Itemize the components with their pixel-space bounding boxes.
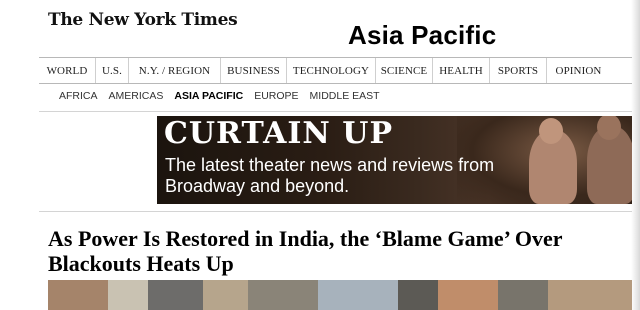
photo-building bbox=[548, 280, 632, 310]
tab-business[interactable]: BUSINESS bbox=[221, 58, 287, 83]
photo-building bbox=[438, 280, 498, 310]
photo-building bbox=[48, 280, 108, 310]
photo-building bbox=[498, 280, 548, 310]
divider bbox=[39, 111, 632, 112]
page-edge-shadow bbox=[631, 0, 640, 310]
tab-ny-region[interactable]: N.Y. / REGION bbox=[129, 58, 221, 83]
ad-subline: The latest theater news and reviews from… bbox=[165, 155, 495, 196]
divider bbox=[39, 211, 632, 212]
photo-building bbox=[398, 280, 438, 310]
photo-building bbox=[248, 280, 318, 310]
article-headline[interactable]: As Power Is Restored in India, the ‘Blam… bbox=[48, 226, 618, 276]
tab-sports[interactable]: SPORTS bbox=[490, 58, 547, 83]
tab-health[interactable]: HEALTH bbox=[433, 58, 490, 83]
subnav-asia-pacific[interactable]: ASIA PACIFIC bbox=[174, 90, 243, 102]
ad-headline: CURTAIN UP bbox=[164, 116, 394, 151]
article-photo[interactable] bbox=[48, 280, 632, 310]
tab-opinion[interactable]: OPINION bbox=[547, 58, 610, 83]
nyt-logo[interactable]: The New York Times bbox=[48, 10, 238, 30]
tab-us[interactable]: U.S. bbox=[96, 58, 129, 83]
subnav-europe[interactable]: EUROPE bbox=[254, 90, 298, 102]
tab-world[interactable]: WORLD bbox=[39, 58, 96, 83]
tab-technology[interactable]: TECHNOLOGY bbox=[287, 58, 376, 83]
top-navigation: WORLD U.S. N.Y. / REGION BUSINESS TECHNO… bbox=[39, 57, 632, 84]
photo-building bbox=[148, 280, 203, 310]
photo-building bbox=[108, 280, 148, 310]
ad-actor-head bbox=[539, 118, 563, 144]
photo-sky bbox=[318, 280, 398, 310]
section-title: Asia Pacific bbox=[348, 20, 497, 50]
subnav-middle-east[interactable]: MIDDLE EAST bbox=[310, 90, 380, 102]
subnav-africa[interactable]: AFRICA bbox=[59, 90, 98, 102]
sub-navigation: AFRICA AMERICAS ASIA PACIFIC EUROPE MIDD… bbox=[59, 90, 380, 102]
tab-science[interactable]: SCIENCE bbox=[376, 58, 433, 83]
subnav-americas[interactable]: AMERICAS bbox=[109, 90, 164, 102]
photo-building bbox=[203, 280, 248, 310]
curtain-up-ad-banner[interactable]: CURTAIN UP The latest theater news and r… bbox=[157, 116, 632, 204]
